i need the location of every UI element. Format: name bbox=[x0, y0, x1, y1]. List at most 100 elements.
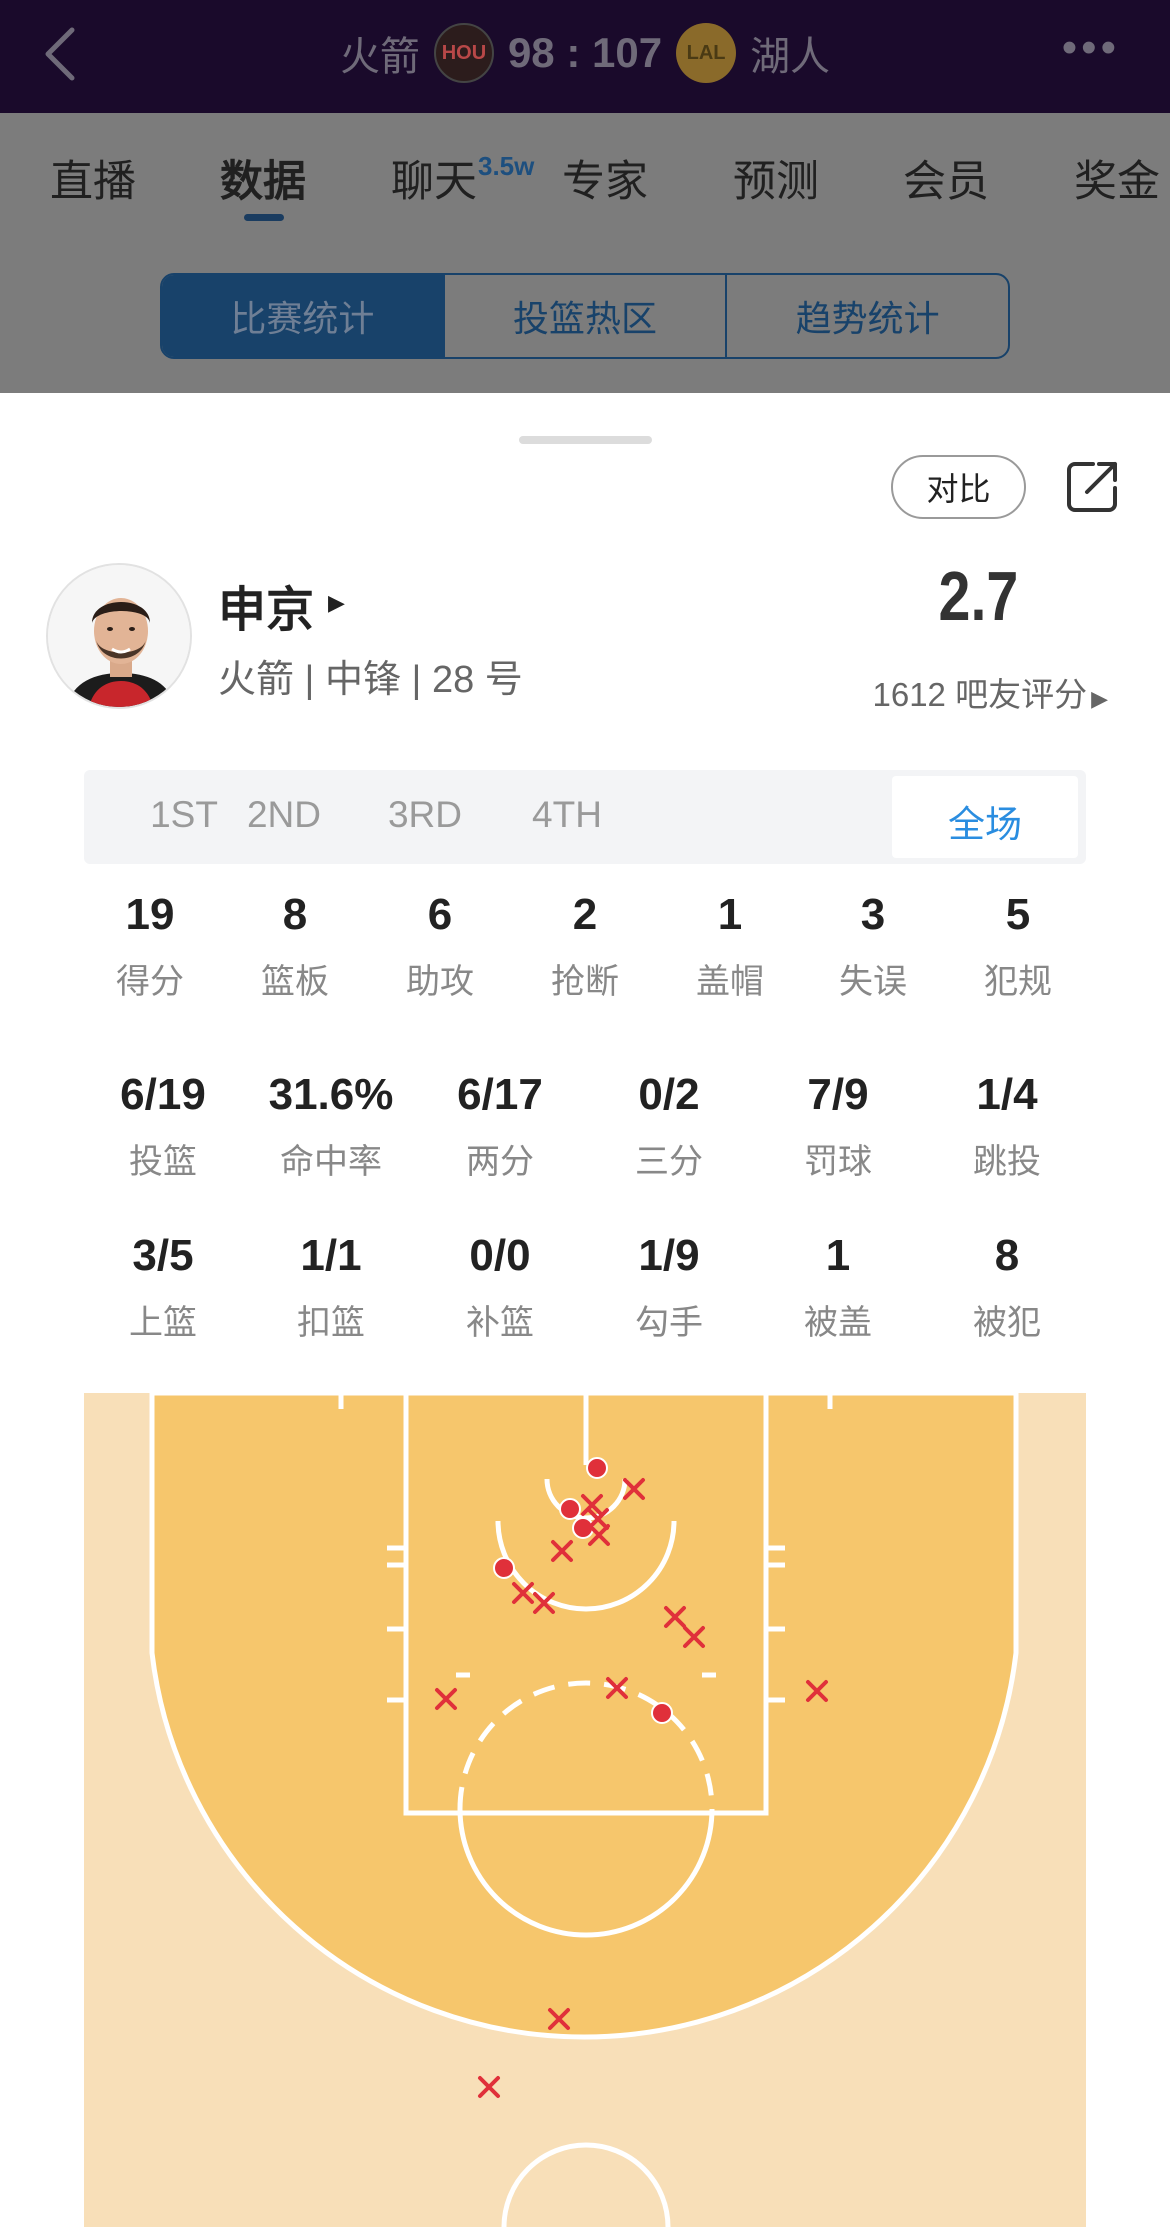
made-shot-marker bbox=[651, 1702, 673, 1724]
tab-experts[interactable]: 专家 bbox=[562, 147, 648, 209]
stat-label: 失误 bbox=[839, 963, 907, 1001]
stat-label: 补篮 bbox=[466, 1304, 534, 1342]
share-icon[interactable] bbox=[1063, 456, 1123, 516]
stat-value: 6 bbox=[427, 890, 453, 939]
stat-label: 得分 bbox=[116, 963, 184, 1001]
stat-value: 3 bbox=[860, 890, 886, 939]
player-avatar[interactable] bbox=[46, 563, 192, 709]
stat-blocks: 1 盖帽 bbox=[655, 890, 805, 1003]
stat-fg-pct: 31.6% 命中率 bbox=[256, 1070, 406, 1183]
player-name[interactable]: 申京 bbox=[218, 570, 314, 640]
stat-label: 投篮 bbox=[129, 1143, 197, 1181]
stat-2pt: 6/17 两分 bbox=[425, 1070, 575, 1183]
home-team-logo: HOU bbox=[433, 23, 494, 83]
tab-member[interactable]: 会员 bbox=[903, 147, 989, 209]
stat-putback: 0/0 补篮 bbox=[425, 1231, 575, 1344]
tab-chat[interactable]: 聊天 bbox=[391, 147, 477, 209]
stat-value: 7/9 bbox=[807, 1070, 869, 1119]
stat-value: 1/1 bbox=[300, 1231, 362, 1280]
made-shot-marker bbox=[586, 1457, 608, 1479]
stat-steals: 2 抢断 bbox=[510, 890, 660, 1003]
stat-label: 命中率 bbox=[280, 1143, 382, 1181]
tab-predict[interactable]: 预测 bbox=[733, 147, 819, 209]
stat-blocked: 1 被盖 bbox=[763, 1231, 913, 1344]
game-score: 98 : 107 bbox=[507, 29, 663, 76]
stat-label: 抢断 bbox=[551, 963, 619, 1001]
player-detail-arrow-icon[interactable]: ▶ bbox=[328, 590, 345, 616]
segment-shot-zones[interactable]: 投篮热区 bbox=[445, 275, 728, 357]
more-icon[interactable]: ••• bbox=[1062, 26, 1120, 70]
stat-value: 3/5 bbox=[132, 1231, 194, 1280]
stat-value: 8 bbox=[282, 890, 308, 939]
stat-value: 8 bbox=[994, 1231, 1020, 1280]
stat-3pt: 0/2 三分 bbox=[594, 1070, 744, 1183]
rating-count-link[interactable]: 1612 吧友评分 ▶ bbox=[872, 668, 1108, 716]
shot-chart-court bbox=[84, 1393, 1086, 2227]
stat-rebounds: 8 篮板 bbox=[220, 890, 370, 1003]
tab-data[interactable]: 数据 bbox=[220, 147, 306, 209]
stat-value: 1/9 bbox=[638, 1231, 700, 1280]
stat-value: 6/17 bbox=[457, 1070, 543, 1119]
top-bar: 火箭 HOU 98 : 107 LAL 湖人 ••• bbox=[0, 0, 1170, 113]
sheet-drag-handle[interactable] bbox=[519, 436, 652, 444]
stat-dunk: 1/1 扣篮 bbox=[256, 1231, 406, 1344]
compare-button[interactable]: 对比 bbox=[891, 455, 1026, 519]
tab-bonus[interactable]: 奖金 bbox=[1074, 147, 1160, 209]
player-info: 火箭 | 中锋 | 28 号 bbox=[218, 659, 523, 701]
stat-value: 6/19 bbox=[120, 1070, 206, 1119]
stat-turnovers: 3 失误 bbox=[798, 890, 948, 1003]
stat-value: 19 bbox=[125, 890, 175, 939]
stat-points: 19 得分 bbox=[75, 890, 225, 1003]
segment-area: 比赛统计 投篮热区 趋势统计 bbox=[0, 233, 1170, 393]
shot-chart bbox=[84, 1393, 1086, 2227]
stat-label: 被盖 bbox=[804, 1304, 872, 1342]
stat-label: 助攻 bbox=[406, 963, 474, 1001]
stat-assists: 6 助攻 bbox=[365, 890, 515, 1003]
nav-tabs: 直播 数据 聊天 3.5w 专家 预测 会员 奖金 bbox=[0, 113, 1170, 233]
home-team-name: 火箭 bbox=[339, 35, 420, 79]
stat-label: 犯规 bbox=[984, 963, 1052, 1001]
stat-fouls: 5 犯规 bbox=[943, 890, 1093, 1003]
scoreboard: 火箭 HOU 98 : 107 LAL 湖人 bbox=[0, 18, 1170, 88]
stat-label: 跳投 bbox=[973, 1143, 1041, 1181]
made-shot-marker bbox=[559, 1498, 581, 1520]
stats-segmented-control: 比赛统计 投篮热区 趋势统计 bbox=[160, 273, 1010, 359]
stat-value: 2 bbox=[572, 890, 598, 939]
stat-fg: 6/19 投篮 bbox=[88, 1070, 238, 1183]
stat-value: 1 bbox=[825, 1231, 851, 1280]
stat-jumper: 1/4 跳投 bbox=[932, 1070, 1082, 1183]
period-4th[interactable]: 4TH bbox=[467, 794, 667, 836]
made-shot-marker bbox=[493, 1557, 515, 1579]
stat-value: 1 bbox=[717, 890, 743, 939]
stat-value: 1/4 bbox=[976, 1070, 1038, 1119]
tab-live[interactable]: 直播 bbox=[50, 147, 136, 209]
stat-value: 0/0 bbox=[469, 1231, 531, 1280]
stat-label: 三分 bbox=[635, 1143, 703, 1181]
stat-ft: 7/9 罚球 bbox=[763, 1070, 913, 1183]
away-team-name: 湖人 bbox=[750, 35, 831, 79]
chevron-right-icon: ▶ bbox=[1091, 686, 1108, 711]
stat-label: 扣篮 bbox=[297, 1304, 365, 1342]
active-tab-indicator bbox=[244, 214, 284, 221]
segment-game-stats[interactable]: 比赛统计 bbox=[162, 275, 445, 357]
period-selector: 1ST 2ND 3RD 4TH 全场 bbox=[84, 770, 1086, 864]
stat-label: 两分 bbox=[466, 1143, 534, 1181]
chat-count-badge: 3.5w bbox=[478, 151, 535, 181]
stat-fouls-drawn: 8 被犯 bbox=[932, 1231, 1082, 1344]
stat-layup: 3/5 上篮 bbox=[88, 1231, 238, 1344]
away-team-logo: LAL bbox=[676, 23, 737, 83]
stat-label: 罚球 bbox=[804, 1143, 872, 1181]
stat-value: 5 bbox=[1005, 890, 1031, 939]
segment-trend-stats[interactable]: 趋势统计 bbox=[727, 275, 1008, 357]
stat-label: 篮板 bbox=[261, 963, 329, 1001]
stat-label: 上篮 bbox=[129, 1304, 197, 1342]
stat-value: 0/2 bbox=[638, 1070, 700, 1119]
stat-label: 被犯 bbox=[973, 1304, 1041, 1342]
period-full-game[interactable]: 全场 bbox=[885, 794, 1085, 848]
stat-label: 勾手 bbox=[635, 1304, 703, 1342]
stat-label: 盖帽 bbox=[696, 963, 764, 1001]
rating-count-text: 1612 吧友评分 bbox=[872, 676, 1088, 713]
player-rating: 2.7 bbox=[938, 557, 1018, 635]
stat-hook: 1/9 勾手 bbox=[594, 1231, 744, 1344]
stat-value: 31.6% bbox=[268, 1070, 394, 1119]
